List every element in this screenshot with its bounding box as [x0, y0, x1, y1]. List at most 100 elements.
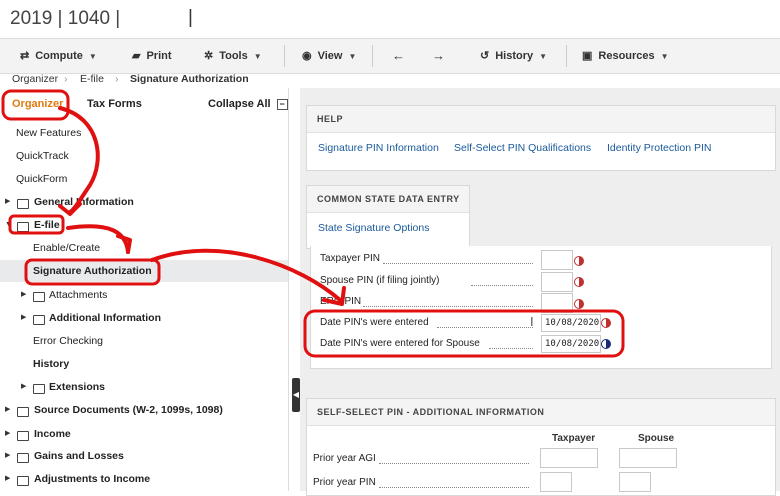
chevron-down-icon: ▼ — [348, 52, 357, 61]
sidebar-item-label: New Features — [16, 127, 82, 139]
print-button[interactable]: ▰ Print — [132, 39, 172, 73]
history-label: History — [495, 50, 534, 62]
date-pin-entered-spouse-label: Date PIN's were entered for Spouse — [320, 338, 480, 349]
sidebar-item-label: QuickForm — [16, 173, 68, 185]
chevron-down-icon: ▼ — [660, 52, 669, 61]
half-circle-red-icon — [574, 277, 584, 287]
date-pin-entered-label: Date PIN's were entered — [320, 317, 429, 328]
date-pin-entered-input[interactable]: 10/08/2020 — [541, 314, 601, 332]
back-arrow-button[interactable]: ← — [392, 39, 405, 73]
link-signature-pin-information[interactable]: Signature PIN Information — [318, 142, 439, 154]
sidebar-item-new-features[interactable]: New Features — [0, 122, 288, 144]
folder-icon — [17, 476, 29, 486]
sidebar-item-gains-and-losses[interactable]: ▶ Gains and Losses — [0, 445, 288, 467]
folder-icon — [17, 222, 29, 232]
collapse-arrow-icon: ▼ — [5, 221, 12, 228]
history-button[interactable]: ↺ History ▼ — [480, 39, 547, 73]
folder-icon — [17, 199, 29, 209]
folder-icon — [33, 315, 45, 325]
sidebar-item-label: Error Checking — [33, 335, 104, 347]
tools-button[interactable]: ✲ Tools ▼ — [204, 39, 262, 73]
link-identity-protection-pin[interactable]: Identity Protection PIN — [607, 142, 711, 154]
compute-icon: ⇄ — [20, 50, 30, 62]
folder-icon — [17, 431, 29, 441]
sidebar-item-signature-authorization[interactable]: Signature Authorization — [0, 260, 288, 282]
self-select-heading: SELF-SELECT PIN - ADDITIONAL INFORMATION — [307, 399, 775, 426]
printer-icon: ▰ — [132, 50, 141, 62]
sidebar-item-label: Gains and Losses — [34, 450, 124, 462]
resources-button[interactable]: ▣ Resources ▼ — [582, 39, 669, 73]
sidebar-item-enable-create[interactable]: Enable/Create — [0, 237, 288, 259]
sidebar-item-label: Enable/Create — [33, 242, 101, 254]
arrow-left-icon: ← — [392, 48, 405, 63]
half-circle-red-icon — [574, 256, 584, 266]
expand-arrow-icon: ▶ — [5, 430, 11, 437]
date-pin-entered-spouse-input[interactable]: 10/08/2020 — [541, 335, 601, 353]
prior-year-agi-spouse-input[interactable] — [619, 448, 677, 468]
compute-button[interactable]: ⇄ Compute ▼ — [20, 39, 97, 73]
eye-icon: ◉ — [302, 50, 312, 62]
expand-arrow-icon: ▶ — [21, 291, 27, 298]
sidebar-item-label: Income — [34, 428, 71, 440]
leader-dots — [489, 347, 533, 349]
sidebar-item-error-checking[interactable]: Error Checking — [0, 330, 288, 352]
sidebar-item-label: QuickTrack — [16, 150, 69, 162]
sidebar-item-label: E-file — [34, 219, 60, 231]
sidebar-item-label: Signature Authorization — [33, 265, 152, 277]
half-circle-red-icon — [574, 299, 584, 309]
ero-pin-label: ERO PIN — [320, 296, 362, 307]
link-self-select-pin-qualifications[interactable]: Self-Select PIN Qualifications — [454, 142, 591, 154]
breadcrumb-efile[interactable]: E-file — [80, 73, 104, 85]
sidebar-item-additional-information[interactable]: ▶ Additional Information — [0, 307, 288, 329]
sidebar-item-history[interactable]: History — [0, 353, 288, 375]
sidebar-item-attachments[interactable]: ▶ Attachments — [0, 284, 288, 306]
collapse-all-button[interactable]: Collapse All − — [208, 98, 288, 110]
sidebar-item-efile[interactable]: ▼ E-file — [0, 214, 288, 236]
chevron-right-icon: › — [115, 73, 119, 85]
prior-year-pin-spouse-input[interactable] — [619, 472, 651, 492]
prior-year-agi-taxpayer-input[interactable] — [540, 448, 598, 468]
sidebar-collapse-handle[interactable]: ◀ — [292, 378, 300, 412]
sidebar-item-income[interactable]: ▶ Income — [0, 423, 288, 445]
sidebar-item-extensions[interactable]: ▶ Extensions — [0, 376, 288, 398]
taxpayer-pin-input[interactable] — [541, 250, 573, 270]
sidebar-item-general-information[interactable]: ▶ General Information — [0, 191, 288, 213]
sidebar-item-label: General Information — [34, 196, 134, 208]
compute-label: Compute — [35, 50, 83, 62]
leader-dots — [383, 262, 533, 264]
expand-arrow-icon: ▶ — [21, 383, 27, 390]
briefcase-icon: ▣ — [582, 50, 593, 62]
resources-label: Resources — [598, 50, 655, 62]
leader-dots — [379, 462, 529, 464]
view-label: View — [317, 50, 343, 62]
arrow-right-icon: → — [432, 48, 445, 63]
prior-year-pin-taxpayer-input[interactable] — [540, 472, 572, 492]
breadcrumb-current: Signature Authorization — [130, 73, 249, 85]
sidebar-item-quickform[interactable]: QuickForm — [0, 168, 288, 190]
half-circle-red-icon — [601, 318, 611, 328]
common-state-panel: COMMON STATE DATA ENTRY State Signature … — [306, 185, 470, 249]
folder-icon — [33, 292, 45, 302]
spouse-pin-input[interactable] — [541, 272, 573, 292]
chevron-right-icon: › — [64, 73, 68, 85]
ero-pin-input[interactable] — [541, 293, 573, 313]
tab-organizer[interactable]: Organizer — [12, 98, 63, 110]
sidebar-item-adjustments-to-income[interactable]: ▶ Adjustments to Income — [0, 468, 288, 490]
folder-icon — [33, 384, 45, 394]
link-state-signature-options[interactable]: State Signature Options — [318, 222, 430, 234]
print-label: Print — [146, 50, 172, 62]
toolbar-divider — [372, 45, 373, 67]
toolbar: ⇄ Compute ▼ ▰ Print ✲ Tools ▼ ◉ View ▼ ← → ↺ His… — [0, 38, 780, 74]
folder-icon — [17, 407, 29, 417]
sidebar-item-label: Adjustments to Income — [34, 473, 151, 485]
view-button[interactable]: ◉ View ▼ — [302, 39, 356, 73]
expand-arrow-icon: ▶ — [21, 314, 27, 321]
tab-tax-forms[interactable]: Tax Forms — [87, 98, 142, 110]
breadcrumb-organizer[interactable]: Organizer — [12, 73, 58, 85]
sidebar-item-quicktrack[interactable]: QuickTrack — [0, 145, 288, 167]
chevron-left-icon: ◀ — [292, 390, 300, 399]
sidebar-item-source-documents[interactable]: ▶ Source Documents (W-2, 1099s, 1098) — [0, 399, 288, 421]
column-spouse: Spouse — [638, 433, 675, 444]
forward-arrow-button[interactable]: → — [432, 39, 445, 73]
sidebar: Organizer Tax Forms Collapse All − New F… — [0, 88, 289, 491]
